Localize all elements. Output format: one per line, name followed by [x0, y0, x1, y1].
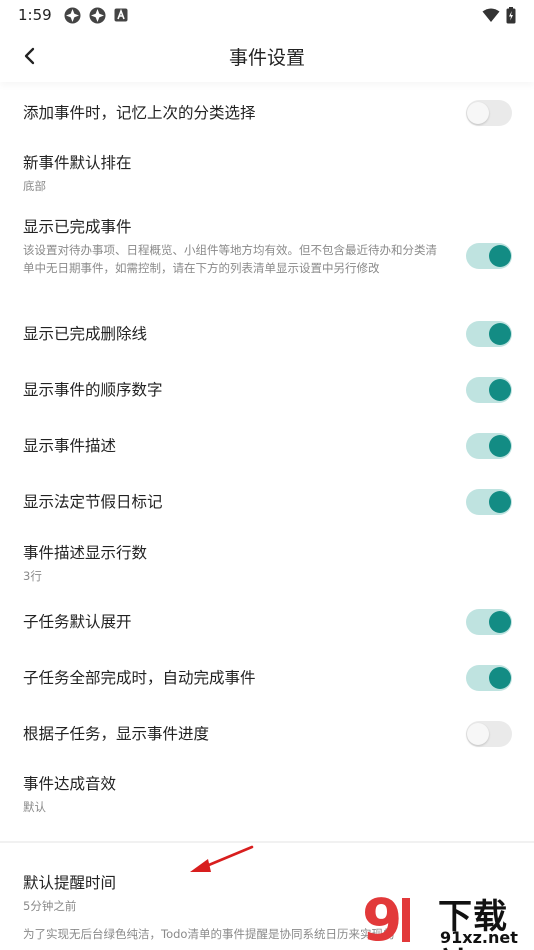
notification-icon: [64, 7, 81, 23]
wifi-icon: [482, 8, 500, 22]
accessibility-icon: [114, 8, 128, 22]
setting-title: 子任务全部完成时，自动完成事件: [23, 669, 256, 687]
watermark-url: 91xz.net: [440, 928, 518, 947]
setting-title: 显示已完成删除线: [23, 325, 148, 343]
battery-charging-icon: [506, 6, 516, 23]
setting-title: 新事件默认排在: [23, 153, 132, 172]
watermark-mark: 9: [362, 888, 402, 950]
setting-show-description[interactable]: 显示事件描述: [0, 418, 534, 474]
setting-title: 显示事件的顺序数字: [23, 381, 163, 399]
back-button[interactable]: [12, 38, 48, 74]
setting-subtask-auto-complete[interactable]: 子任务全部完成时，自动完成事件: [0, 650, 534, 706]
page-title: 事件设置: [228, 46, 305, 69]
setting-title: 显示事件描述: [23, 437, 117, 455]
setting-subtask-expand[interactable]: 子任务默认展开: [0, 594, 534, 650]
setting-subtask-progress[interactable]: 根据子任务，显示事件进度: [0, 706, 534, 762]
notification-icon: [89, 7, 106, 23]
setting-title: 显示已完成事件: [23, 218, 132, 236]
setting-title: 添加事件时，记忆上次的分类选择: [23, 104, 256, 122]
setting-title: 事件描述显示行数: [23, 543, 148, 562]
setting-show-completed[interactable]: 显示已完成事件 该设置对待办事项、日程概览、小组件等地方均有效。但不包含最近待办…: [0, 206, 534, 302]
show-completed-toggle[interactable]: [466, 243, 512, 269]
setting-default-position[interactable]: 新事件默认排在 底部: [0, 142, 534, 204]
show-order-number-toggle[interactable]: [466, 377, 512, 403]
app-bar: 事件设置: [0, 30, 534, 82]
setting-title: 子任务默认展开: [23, 613, 132, 631]
section-divider: [0, 841, 534, 843]
setting-show-holiday[interactable]: 显示法定节假日标记: [0, 474, 534, 530]
show-strikethrough-toggle[interactable]: [466, 321, 512, 347]
setting-remember-category[interactable]: 添加事件时，记忆上次的分类选择: [0, 84, 534, 142]
show-holiday-toggle[interactable]: [466, 489, 512, 515]
setting-title: 根据子任务，显示事件进度: [23, 725, 210, 743]
setting-title: 显示法定节假日标记: [23, 493, 163, 511]
setting-title: 事件达成音效: [23, 774, 117, 793]
remember-category-toggle[interactable]: [466, 100, 512, 126]
status-icons-left: [64, 7, 128, 24]
subtask-auto-complete-toggle[interactable]: [466, 665, 512, 691]
setting-description-lines[interactable]: 事件描述显示行数 3行: [0, 532, 534, 594]
setting-value: 底部: [23, 178, 46, 193]
setting-show-strikethrough[interactable]: 显示已完成删除线: [0, 306, 534, 362]
setting-show-order-number[interactable]: 显示事件的顺序数字: [0, 362, 534, 418]
setting-value: 3行: [23, 568, 42, 583]
chevron-left-icon: [24, 47, 35, 65]
setting-description: 该设置对待办事项、日程概览、小组件等地方均有效。但不包含最近待办和分类清单中无日…: [23, 243, 437, 275]
show-description-toggle[interactable]: [466, 433, 512, 459]
subtask-progress-toggle[interactable]: [466, 721, 512, 747]
annotation-arrow-icon: [190, 845, 254, 872]
setting-value: 默认: [23, 799, 46, 814]
status-icons-right: [482, 6, 516, 24]
setting-complete-sound[interactable]: 事件达成音效 默认: [0, 762, 534, 826]
status-time: 1:59: [18, 6, 52, 24]
subtask-expand-toggle[interactable]: [466, 609, 512, 635]
status-bar: 1:59: [0, 0, 534, 30]
